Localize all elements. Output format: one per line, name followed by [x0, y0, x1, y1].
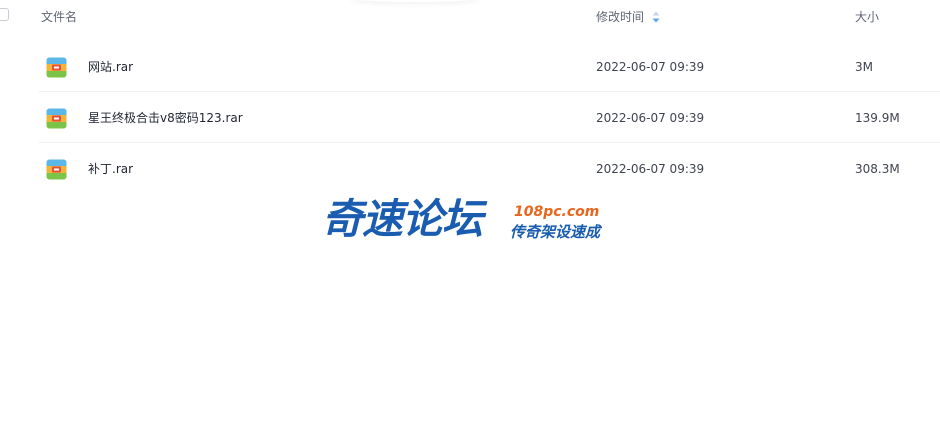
rar-archive-icon	[46, 108, 67, 129]
file-size: 308.3M	[855, 162, 900, 176]
rar-archive-icon	[46, 159, 67, 180]
file-name[interactable]: 补丁.rar	[88, 162, 133, 176]
file-modified-time: 2022-06-07 09:39	[596, 111, 705, 125]
watermark-main-text: 奇速论坛	[322, 195, 483, 243]
file-modified-time: 2022-06-07 09:39	[596, 60, 705, 74]
file-list-page: 文件名 修改时间 大小 网站.rar 2022-06-07 09:39 3M 星…	[0, 0, 940, 426]
file-row[interactable]: 补丁.rar 2022-06-07 09:39 308.3M	[0, 144, 940, 194]
column-header-size[interactable]: 大小	[855, 10, 879, 24]
watermark-url: 108pc.com	[514, 204, 600, 220]
row-divider	[38, 142, 940, 143]
column-header-name[interactable]: 文件名	[41, 10, 77, 24]
file-size: 139.9M	[855, 111, 900, 125]
file-name[interactable]: 星王终极合击v8密码123.rar	[88, 111, 243, 125]
file-list-header: 文件名 修改时间 大小	[0, 0, 940, 36]
rar-archive-icon	[46, 57, 67, 78]
column-header-modified[interactable]: 修改时间	[596, 10, 644, 24]
file-size: 3M	[855, 60, 873, 74]
site-watermark-logo: 奇速论坛 108pc.com 传奇架设速成	[320, 196, 620, 248]
sort-icon[interactable]	[652, 11, 660, 23]
file-row[interactable]: 网站.rar 2022-06-07 09:39 3M	[0, 42, 940, 92]
file-name[interactable]: 网站.rar	[88, 60, 133, 74]
select-all-checkbox[interactable]	[0, 8, 9, 21]
file-row[interactable]: 星王终极合击v8密码123.rar 2022-06-07 09:39 139.9…	[0, 93, 940, 143]
watermark-slogan: 传奇架设速成	[510, 223, 601, 241]
row-divider	[38, 91, 940, 92]
file-modified-time: 2022-06-07 09:39	[596, 162, 705, 176]
